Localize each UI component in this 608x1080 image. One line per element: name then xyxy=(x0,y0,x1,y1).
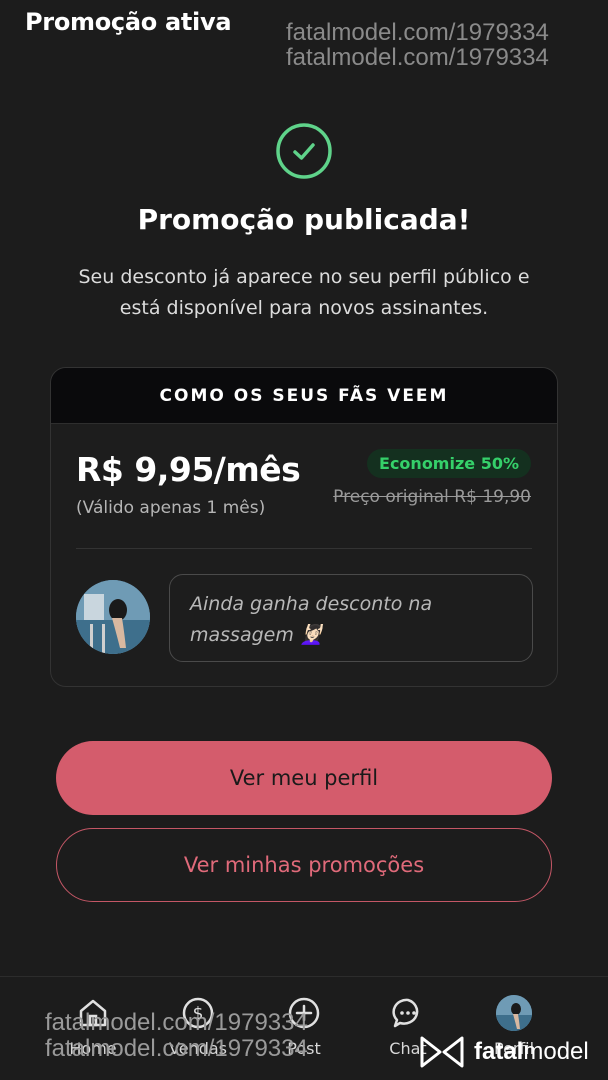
watermark-bottom: fatalmodel.com/1979334 fatalmodel.com/19… xyxy=(45,1009,308,1062)
fan-preview-card: COMO OS SEUS FÃS VEEM R$ 9,95/mês (Válid… xyxy=(50,367,558,687)
original-price: Preço original R$ 19,90 xyxy=(333,487,531,507)
page-title: Promoção ativa xyxy=(25,8,232,36)
avatar xyxy=(76,580,150,654)
savings-badge: Economize 50% xyxy=(367,449,531,478)
brand-logo: fatalmodel xyxy=(418,1032,589,1072)
brand-wordmark: fatalmodel xyxy=(474,1038,589,1065)
promo-note: Ainda ganha desconto na massagem 💆🏻‍♀️ xyxy=(169,574,533,662)
butterfly-logo-icon xyxy=(420,1036,464,1068)
divider xyxy=(76,548,532,549)
view-promotions-button[interactable]: Ver minhas promoções xyxy=(56,828,552,902)
watermark-top: fatalmodel.com/1979334 fatalmodel.com/19… xyxy=(286,19,549,71)
chat-icon xyxy=(392,998,419,1028)
success-title: Promoção publicada! xyxy=(137,203,471,236)
validity-note: (Válido apenas 1 mês) xyxy=(76,498,266,518)
avatar xyxy=(496,995,532,1031)
success-description: Seu desconto já aparece no seu perfil pú… xyxy=(78,266,530,319)
view-profile-button[interactable]: Ver meu perfil xyxy=(56,741,552,815)
promo-price: R$ 9,95/mês xyxy=(76,450,301,489)
preview-heading: COMO OS SEUS FÃS VEEM xyxy=(51,368,557,424)
check-circle-icon xyxy=(275,122,333,180)
